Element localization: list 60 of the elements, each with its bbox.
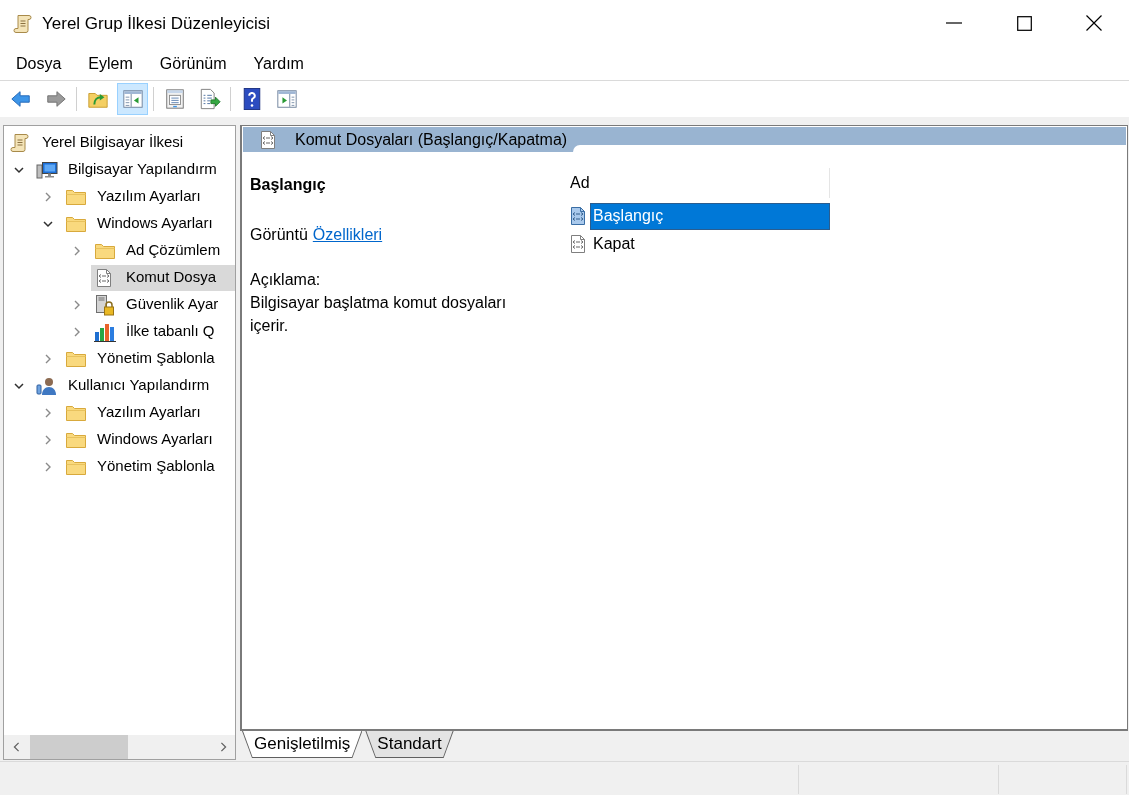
script-file-icon bbox=[568, 206, 588, 226]
tree-item[interactable]: İlke tabanlı Q bbox=[91, 318, 235, 345]
scroll-icon bbox=[13, 14, 33, 34]
window-pane-icon bbox=[121, 88, 144, 110]
horizontal-scrollbar[interactable] bbox=[4, 735, 235, 759]
window-list-icon bbox=[163, 88, 186, 110]
chevron-right-icon bbox=[219, 742, 227, 752]
folder-icon bbox=[65, 187, 87, 206]
user-icon bbox=[36, 375, 58, 396]
folder-icon bbox=[65, 214, 87, 233]
script-file-icon bbox=[568, 234, 588, 254]
tree-item[interactable]: Yazılım Ayarları bbox=[62, 183, 235, 210]
folder-icon bbox=[65, 457, 87, 476]
tree-item[interactable]: Yönetim Şablonla bbox=[62, 453, 235, 480]
scrollbar-thumb[interactable] bbox=[30, 735, 128, 759]
computer-icon bbox=[36, 159, 58, 180]
tree-item[interactable]: Windows Ayarları bbox=[62, 426, 235, 453]
chevron-left-icon bbox=[12, 742, 20, 752]
description-label: Açıklama: bbox=[250, 270, 321, 290]
script-file-icon bbox=[258, 129, 278, 150]
description-text: Bilgisayar başlatma komut dosyaları içerir. bbox=[250, 293, 508, 336]
scroll-icon bbox=[10, 132, 30, 153]
tree-item[interactable]: Bilgisayar Yapılandırm bbox=[33, 156, 235, 183]
view-tab[interactable]: Standart bbox=[365, 731, 454, 758]
arrow-left-icon bbox=[9, 88, 32, 110]
bar-chart-icon bbox=[94, 321, 116, 342]
menu-item[interactable]: Yardım bbox=[245, 50, 312, 78]
maximize-icon bbox=[1016, 15, 1032, 31]
folder-icon bbox=[65, 349, 87, 368]
menu-item[interactable]: Eylem bbox=[80, 50, 141, 78]
view-tab[interactable]: Genişletilmiş bbox=[242, 731, 363, 758]
close-icon bbox=[1086, 15, 1102, 31]
menu-item[interactable]: Görünüm bbox=[151, 50, 235, 78]
properties-link[interactable]: Özellikleri bbox=[312, 223, 383, 247]
pane-title: Komut Dosyaları (Başlangıç/Kapatma) bbox=[295, 129, 568, 150]
window-pane-icon bbox=[275, 88, 298, 110]
minimize-icon bbox=[946, 22, 962, 24]
list-item[interactable]: Başlangıç bbox=[590, 202, 830, 230]
column-header[interactable]: Ad bbox=[564, 168, 830, 198]
server-lock-icon bbox=[94, 293, 114, 316]
list-item[interactable]: Kapat bbox=[590, 230, 830, 258]
menu-item[interactable]: Dosya bbox=[8, 50, 70, 78]
arrow-right-icon bbox=[44, 88, 67, 110]
tree-item[interactable]: Komut Dosya bbox=[91, 264, 235, 291]
folder-icon bbox=[94, 241, 116, 260]
tree-item[interactable]: Yerel Bilgisayar İlkesi bbox=[7, 129, 235, 156]
view-label: Görüntü bbox=[250, 225, 308, 245]
script-file-icon bbox=[94, 267, 114, 288]
tree-item[interactable]: Yönetim Şablonla bbox=[62, 345, 235, 372]
tree-item[interactable]: Ad Çözümlem bbox=[91, 237, 235, 264]
folder-icon bbox=[65, 430, 87, 449]
tree-item[interactable]: Yazılım Ayarları bbox=[62, 399, 235, 426]
details-heading: Başlangıç bbox=[250, 175, 326, 195]
document-arrow-icon bbox=[198, 88, 221, 110]
tree-item[interactable]: Kullanıcı Yapılandırm bbox=[33, 372, 235, 399]
window-title: Yerel Grup İlkesi Düzenleyicisi bbox=[42, 13, 271, 36]
tree-item[interactable]: Güvenlik Ayar bbox=[91, 291, 235, 318]
console-tree-button[interactable] bbox=[117, 83, 148, 115]
tree-item[interactable]: Windows Ayarları bbox=[62, 210, 235, 237]
folder-icon bbox=[65, 403, 87, 422]
